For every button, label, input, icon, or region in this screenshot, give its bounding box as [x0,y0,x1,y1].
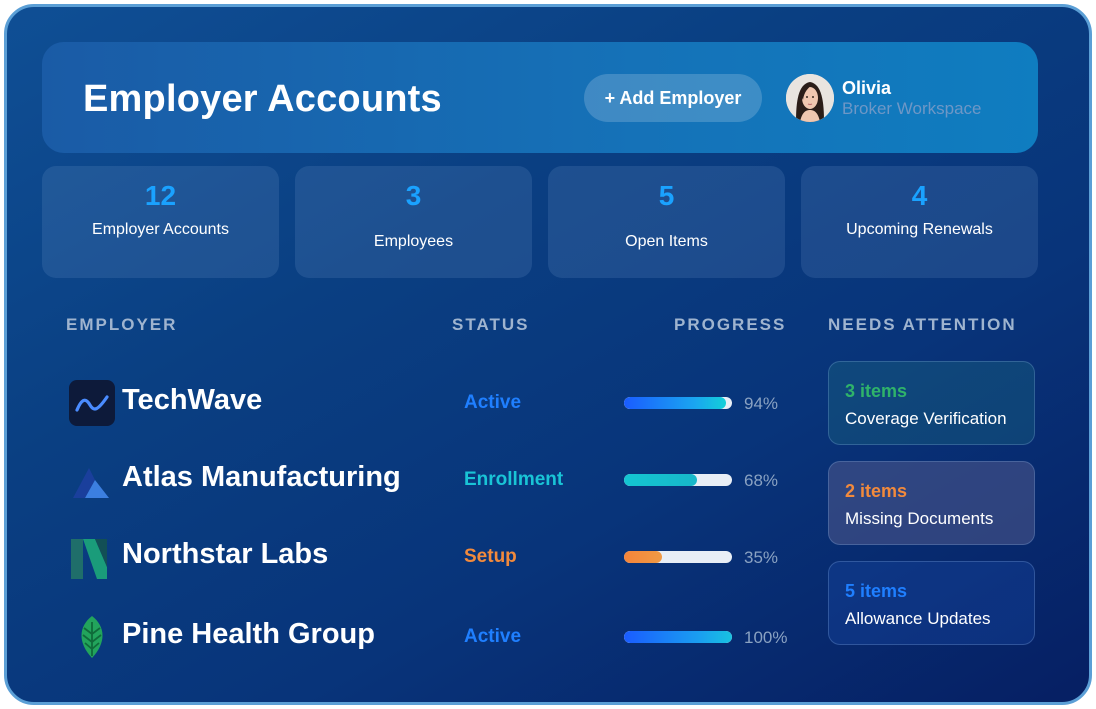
progress-percent: 68% [744,471,779,490]
stat-card-employees[interactable]: 3 Employees [295,166,532,278]
attention-card-coverage-verification[interactable]: 3 items Coverage Verification [828,361,1035,445]
stat-label: Upcoming Renewals [846,221,993,238]
status-badge: Setup [464,546,517,567]
progress-bar [624,474,732,486]
column-header-progress: PROGRESS [674,315,787,334]
attention-card-missing-documents[interactable]: 2 items Missing Documents [828,461,1035,545]
progress-bar [624,551,732,563]
progress-percent: 100% [744,628,788,647]
progress-percent: 94% [744,394,779,413]
attention-count: 3 items [845,381,908,401]
attention-label: Missing Documents [845,509,994,528]
employer-name[interactable]: Atlas Manufacturing [122,461,401,494]
progress-fill [624,551,662,563]
progress-percent: 35% [744,548,779,567]
user-avatar[interactable] [786,74,834,122]
progress-bar [624,631,732,643]
avatar-portrait-icon [786,74,834,122]
attention-count: 2 items [845,481,908,501]
user-role: Broker Workspace [842,99,982,118]
page-title: Employer Accounts [83,78,442,120]
employer-name[interactable]: Pine Health Group [122,618,375,651]
employer-name[interactable]: Northstar Labs [122,538,328,571]
status-badge: Enrollment [464,469,564,490]
stat-value: 5 [658,180,675,211]
mountain-icon [69,460,115,506]
letter-n-icon [69,537,115,583]
progress-fill [624,474,698,486]
stat-value: 4 [911,180,928,211]
progress-bar [624,397,732,409]
employer-accounts-panel: Employer Accounts + Add Employer Olivia … [4,4,1092,705]
stat-card-employer-accounts[interactable]: 12 Employer Accounts [42,166,279,278]
stat-card-open-items[interactable]: 5 Open Items [548,166,785,278]
stat-card-upcoming-renewals[interactable]: 4 Upcoming Renewals [801,166,1038,278]
header-bar: Employer Accounts + Add Employer Olivia … [42,42,1038,153]
attention-label: Coverage Verification [845,409,1007,428]
stat-label: Employees [373,233,454,250]
attention-card-allowance-updates[interactable]: 5 items Allowance Updates [828,561,1035,645]
attention-count: 5 items [845,581,908,601]
employer-name[interactable]: TechWave [122,384,262,417]
stat-value: 12 [144,180,177,211]
stat-value: 3 [405,180,422,211]
progress-fill [624,631,732,643]
status-badge: Active [464,626,522,647]
stat-label: Open Items [625,233,708,250]
status-badge: Active [464,392,522,413]
stat-label: Employer Accounts [92,221,229,238]
column-header-needs-attention: NEEDS ATTENTION [828,315,1017,334]
user-name: Olivia [842,78,892,98]
leaf-icon [69,614,115,660]
wave-icon [69,380,115,426]
progress-fill [624,397,726,409]
column-header-status: STATUS [452,315,530,334]
add-employer-button[interactable]: + Add Employer [584,74,762,122]
column-header-employer: EMPLOYER [66,315,178,334]
attention-label: Allowance Updates [845,609,991,628]
